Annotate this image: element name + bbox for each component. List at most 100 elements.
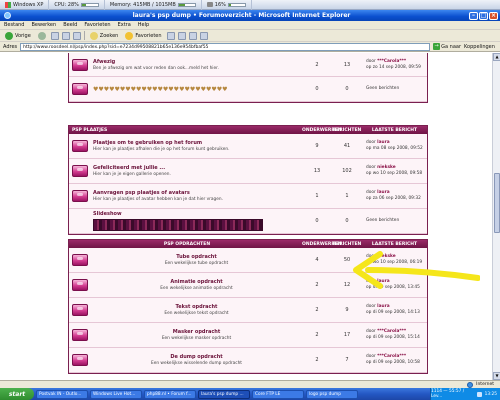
- menu-item-extra[interactable]: Extra: [118, 22, 131, 28]
- no-posts-label: Geen berichten: [366, 218, 400, 223]
- forum-icon-cell: [69, 83, 91, 95]
- last-post: door ***Carola*** op di 09 sep 2008, 10:…: [362, 354, 427, 366]
- scroll-down-icon[interactable]: ▼: [493, 372, 500, 380]
- last-post-date: op za 06 sep 2008, 09:32: [366, 196, 421, 201]
- forum-description: Ben je afwezig om wat voor reden dan ook…: [93, 65, 219, 71]
- forum-folder-icon: [72, 354, 88, 366]
- last-post-author[interactable]: ***Carola***: [377, 59, 406, 64]
- go-label: Ga naar: [441, 43, 462, 50]
- forward-arrow-icon: [37, 31, 46, 40]
- address-input[interactable]: http://www.roosdeel.nl/psp/index.php?sid…: [20, 42, 431, 51]
- taskbar-item[interactable]: php88.nl • Forum f...: [144, 389, 196, 399]
- scroll-thumb[interactable]: [494, 173, 500, 233]
- slideshow-banner[interactable]: [93, 219, 263, 231]
- mail-icon[interactable]: [177, 31, 186, 40]
- home-icon[interactable]: [72, 31, 81, 40]
- category-title[interactable]: PSP PLAATJES: [72, 128, 302, 133]
- maximize-icon[interactable]: □: [479, 11, 488, 20]
- stop-icon[interactable]: [50, 31, 59, 40]
- history-icon[interactable]: [166, 31, 175, 40]
- category-header: PSP PLAATJES ONDERWERPEN BERICHTEN LAATS…: [69, 126, 427, 134]
- tray-icon[interactable]: [476, 391, 482, 397]
- links-label[interactable]: Koppelingen: [464, 44, 495, 50]
- back-arrow-icon: [5, 31, 13, 40]
- last-post: door ***Carola*** op zo 14 sep 2008, 09:…: [362, 59, 427, 71]
- last-post-author[interactable]: laura: [377, 190, 389, 195]
- globe-icon: [467, 381, 474, 388]
- scroll-up-icon[interactable]: ▲: [493, 53, 500, 61]
- menu-item-help[interactable]: Help: [138, 22, 149, 28]
- forum-row[interactable]: Tekst opdracht Een wekelijkse tekst opdr…: [69, 298, 427, 323]
- col-topics: ONDERWERPEN: [302, 127, 342, 133]
- last-post-author[interactable]: niekske: [377, 165, 396, 170]
- forum-description: Een wekelijkse tekst opdracht: [164, 311, 229, 316]
- taskbar-item-active[interactable]: laura's psp dump ...: [198, 389, 250, 399]
- forum-row[interactable]: Afwezig Ben je afwezig om wat voor reden…: [69, 53, 427, 77]
- last-post-date: op wo 10 sep 2008, 06:19: [366, 260, 423, 265]
- category-title[interactable]: PSP OPDRACHTEN: [72, 242, 302, 247]
- print-icon[interactable]: [188, 31, 197, 40]
- topics-count: 2: [315, 282, 319, 288]
- last-post-author[interactable]: laura: [377, 140, 389, 145]
- back-button[interactable]: Vorige: [3, 31, 33, 40]
- last-post-prefix: door: [366, 140, 376, 145]
- vertical-scrollbar[interactable]: ▲ ▼: [492, 53, 500, 380]
- minimize-icon[interactable]: –: [469, 11, 478, 20]
- forum-title[interactable]: Afwezig: [93, 59, 300, 65]
- posts-count: 41: [343, 143, 351, 149]
- forum-title[interactable]: Aanvragen psp plaatjes of avatars: [93, 190, 300, 196]
- edit-icon[interactable]: [199, 31, 208, 40]
- forum-title[interactable]: Slideshow: [93, 211, 300, 217]
- last-post-author[interactable]: niekske: [377, 254, 396, 259]
- last-post-author[interactable]: laura: [377, 304, 389, 309]
- topics-count: 4: [315, 257, 319, 263]
- forum-icon-cell: [69, 279, 91, 291]
- forum-row[interactable]: Aanvragen psp plaatjes of avatars Hier k…: [69, 184, 427, 209]
- forum-section-top: Afwezig Ben je afwezig om wat voor reden…: [68, 53, 428, 103]
- forum-row[interactable]: ♥♥♥♥♥♥♥♥♥♥♥♥♥♥♥♥♥♥♥♥♥♥♥♥♥ 0 0 Geen beric…: [69, 77, 427, 102]
- forum-row[interactable]: Tube opdracht Een wekelijkse tube opdrac…: [69, 248, 427, 273]
- forum-title[interactable]: De dump opdracht: [93, 354, 300, 360]
- address-bar: Adres http://www.roosdeel.nl/psp/index.p…: [0, 42, 500, 52]
- forum-row[interactable]: Masker opdracht Een wekelijkse masker op…: [69, 323, 427, 348]
- favorites-button[interactable]: Favorieten: [123, 31, 163, 40]
- forum-row[interactable]: Gefeliciteerd met jullie ... Hier kan je…: [69, 159, 427, 184]
- forum-row[interactable]: De dump opdracht Een wekelijkse wisselen…: [69, 348, 427, 373]
- last-post-author[interactable]: ***Carola***: [377, 354, 406, 359]
- forum-row[interactable]: Animatie opdracht Een wekelijkse animati…: [69, 273, 427, 298]
- cpu-gauge: [80, 2, 99, 7]
- forum-title[interactable]: Masker opdracht: [93, 329, 300, 335]
- forum-row[interactable]: Plaatjes om te gebruiken op het forum Hi…: [69, 134, 427, 159]
- forum-title[interactable]: Gefeliciteerd met jullie ...: [93, 165, 300, 171]
- start-button[interactable]: start: [0, 388, 34, 400]
- window-titlebar[interactable]: laura's psp dump • Forumoverzicht - Micr…: [0, 10, 500, 21]
- taskbar-item[interactable]: logo psp dump: [306, 389, 358, 399]
- last-post: door laura op di 09 sep 2008, 13:45: [362, 279, 427, 291]
- windows-logo-icon: [5, 1, 11, 8]
- menu-item-favorieten[interactable]: Favorieten: [84, 22, 110, 28]
- taskbar-item[interactable]: Core FTP LE: [252, 389, 304, 399]
- last-post-author[interactable]: ***Carola***: [377, 329, 406, 334]
- forum-info: Animatie opdracht Een wekelijkse animati…: [91, 277, 302, 293]
- last-post: door niekske op wo 10 sep 2008, 06:19: [362, 254, 427, 266]
- taskbar-item[interactable]: Windows Live Hot...: [90, 389, 142, 399]
- taskbar-item[interactable]: Postvak IN - Outlo...: [36, 389, 88, 399]
- page-viewport[interactable]: Afwezig Ben je afwezig om wat voor reden…: [0, 53, 492, 380]
- last-post-author[interactable]: laura: [377, 279, 389, 284]
- menu-item-bestand[interactable]: Bestand: [4, 22, 24, 28]
- system-monitor-bar: Windows XP CPU: 28% Memory: 415MB / 1015…: [0, 0, 500, 10]
- forum-title[interactable]: Tekst opdracht: [93, 304, 300, 310]
- go-button[interactable]: → Ga naar: [433, 43, 461, 50]
- forward-button[interactable]: [36, 31, 48, 40]
- forum-title[interactable]: Tube opdracht: [93, 254, 300, 260]
- close-icon[interactable]: ×: [489, 11, 498, 20]
- menu-item-bewerken[interactable]: Bewerken: [31, 22, 56, 28]
- search-button[interactable]: Zoeken: [88, 31, 121, 40]
- clock: 13:25: [484, 391, 497, 397]
- forum-title[interactable]: Plaatjes om te gebruiken op het forum: [93, 140, 300, 146]
- forum-title[interactable]: Animatie opdracht: [93, 279, 300, 285]
- refresh-icon[interactable]: [61, 31, 70, 40]
- forum-row-slideshow[interactable]: Slideshow 0 0 Geen berichten: [69, 209, 427, 234]
- last-post-date: op wo 10 sep 2008, 09:58: [366, 171, 423, 176]
- menu-item-beeld[interactable]: Beeld: [63, 22, 77, 28]
